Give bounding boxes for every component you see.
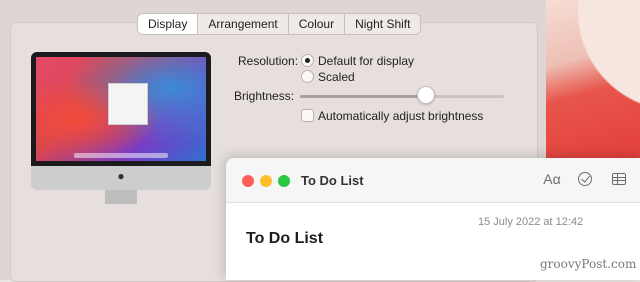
brightness-slider-fill [300,95,427,98]
wallpaper-curve [546,0,640,110]
zoom-button[interactable] [278,175,290,187]
auto-brightness-label[interactable]: Automatically adjust brightness [318,109,483,123]
note-heading[interactable]: To Do List [246,230,323,248]
table-icon[interactable] [612,173,626,185]
close-button[interactable] [242,175,254,187]
wallpaper-image [36,57,206,161]
tab-colour[interactable]: Colour [289,14,346,34]
radio-scaled[interactable] [301,70,314,83]
tab-display[interactable]: Display [138,14,199,34]
format-font-icon[interactable]: Aα [542,171,562,187]
minimize-button[interactable] [260,175,272,187]
brightness-label: Brightness: [234,89,295,103]
watermark-text: groovyPost.com [540,257,637,271]
mini-dock [74,153,168,158]
tab-night-shift[interactable]: Night Shift [345,14,420,34]
imac-screen [31,52,211,166]
notes-window-title: To Do List [301,173,364,188]
auto-brightness-checkbox[interactable] [301,109,314,122]
imac-illustration: ● [31,52,211,204]
brightness-slider-track[interactable] [300,95,504,98]
display-tabs: Display Arrangement Colour Night Shift [137,13,422,35]
imac-stand [105,190,137,204]
notes-titlebar: To Do List Aα [226,158,640,203]
resolution-label: Resolution: [238,54,299,68]
apple-logo-icon: ● [117,169,125,183]
tab-arrangement[interactable]: Arrangement [198,14,289,34]
note-date: 15 July 2022 at 12:42 [478,216,584,228]
radio-scaled-label[interactable]: Scaled [318,70,355,84]
mini-window-preview [108,83,148,125]
radio-default-for-display-label[interactable]: Default for display [318,54,414,68]
radio-default-for-display[interactable] [301,54,314,67]
checklist-icon[interactable] [578,172,592,186]
